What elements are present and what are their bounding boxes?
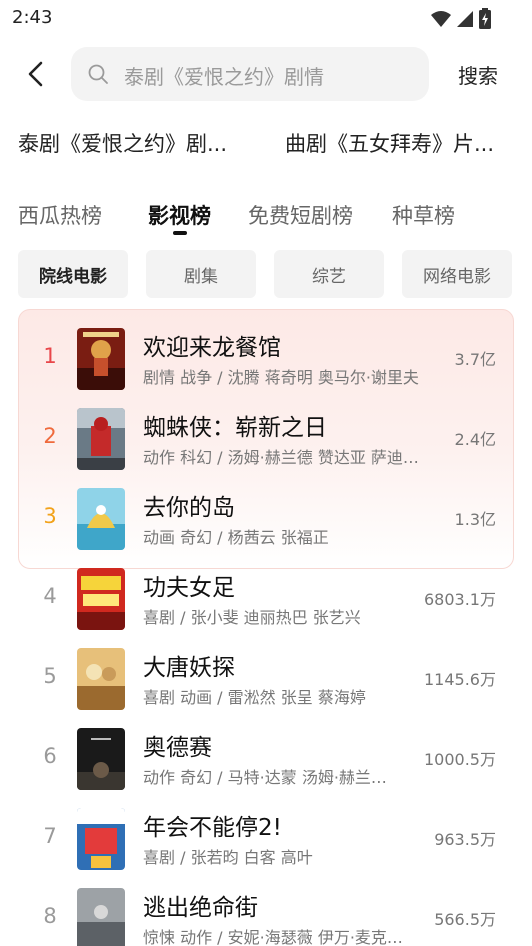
poster-image [77, 728, 125, 790]
rank-number: 8 [43, 904, 57, 928]
rank-number: 4 [43, 584, 57, 608]
search-icon [88, 64, 108, 84]
movie-title: 去你的岛 [143, 495, 235, 521]
movie-meta: 惊悚 动作 / 安妮·海瑟薇 伊万·麦克… [143, 928, 403, 946]
rank-number: 1 [43, 344, 57, 368]
battery-icon [479, 8, 491, 29]
list-item[interactable]: 7 年会不能停2! 喜剧 / 张若昀 白客 高叶 963.5万 [0, 798, 532, 878]
rank-number: 5 [43, 664, 57, 688]
movie-title: 年会不能停2! [143, 815, 282, 841]
list-item[interactable]: 3 去你的岛 动画 奇幻 / 杨茜云 张福正 1.3亿 [0, 478, 532, 558]
category-chips: 院线电影 剧集 综艺 网络电影 [0, 250, 532, 298]
poster-image [77, 488, 125, 550]
wifi-icon [431, 11, 451, 27]
rank-number: 3 [43, 504, 57, 528]
rank-number: 7 [43, 824, 57, 848]
movie-meta: 动作 奇幻 / 马特·达蒙 汤姆·赫兰… [143, 768, 387, 787]
status-icons [430, 8, 492, 30]
chip-web-film[interactable]: 网络电影 [402, 250, 512, 298]
box-office-value: 3.7亿 [454, 350, 496, 369]
movie-title: 奥德赛 [143, 735, 212, 761]
movie-title: 蜘蛛侠：崭新之日 [143, 415, 327, 441]
box-office-value: 1000.5万 [424, 750, 496, 769]
movie-meta: 喜剧 动画 / 雷淞然 张呈 蔡海婷 [143, 688, 366, 707]
box-office-value: 6803.1万 [424, 590, 496, 609]
chip-variety[interactable]: 综艺 [274, 250, 384, 298]
list-item[interactable]: 1 欢迎来龙餐馆 剧情 战争 / 沈腾 蒋奇明 奥马尔·谢里夫 3.7亿 [0, 318, 532, 398]
chip-series[interactable]: 剧集 [146, 250, 256, 298]
box-office-value: 1.3亿 [454, 510, 496, 529]
rank-number: 6 [43, 744, 57, 768]
back-arrow-icon[interactable] [22, 60, 50, 88]
suggestion-item[interactable]: 泰剧《爱恨之约》剧... [18, 128, 227, 158]
movie-meta: 动画 奇幻 / 杨茜云 张福正 [143, 528, 329, 547]
movie-meta: 剧情 战争 / 沈腾 蒋奇明 奥马尔·谢里夫 [143, 368, 419, 387]
movie-meta: 喜剧 / 张小斐 迪丽热巴 张艺兴 [143, 608, 361, 627]
list-item[interactable]: 5 大唐妖探 喜剧 动画 / 雷淞然 张呈 蔡海婷 1145.6万 [0, 638, 532, 718]
search-button[interactable]: 搜索 [458, 60, 498, 89]
movie-meta: 动作 科幻 / 汤姆·赫兰德 赞达亚 萨迪·… [143, 448, 419, 467]
tab-free-short-drama[interactable]: 免费短剧榜 [248, 200, 353, 230]
active-tab-indicator [173, 231, 187, 235]
ranking-tabs: 西瓜热榜 影视榜 免费短剧榜 种草榜 [0, 200, 532, 240]
signal-icon [457, 11, 473, 27]
search-input[interactable]: 泰剧《爱恨之约》剧情 [71, 47, 429, 101]
poster-image [77, 328, 125, 390]
poster-image [77, 568, 125, 630]
search-row: 泰剧《爱恨之约》剧情 搜索 [0, 46, 532, 102]
movie-title: 欢迎来龙餐馆 [143, 335, 281, 361]
box-office-value: 963.5万 [434, 830, 496, 849]
list-item[interactable]: 2 蜘蛛侠：崭新之日 动作 科幻 / 汤姆·赫兰德 赞达亚 萨迪·… 2.4亿 [0, 398, 532, 478]
search-suggestions: 泰剧《爱恨之约》剧... 曲剧《五女拜寿》片... [0, 128, 532, 164]
poster-image [77, 808, 125, 870]
list-item[interactable]: 8 逃出绝命街 惊悚 动作 / 安妮·海瑟薇 伊万·麦克… 566.5万 [0, 878, 532, 946]
tab-xigua-hot[interactable]: 西瓜热榜 [18, 200, 102, 230]
chip-theatrical-film[interactable]: 院线电影 [18, 250, 128, 298]
box-office-value: 566.5万 [434, 910, 496, 929]
box-office-value: 2.4亿 [454, 430, 496, 449]
movie-title: 功夫女足 [143, 575, 235, 601]
poster-image [77, 648, 125, 710]
list-item[interactable]: 4 功夫女足 喜剧 / 张小斐 迪丽热巴 张艺兴 6803.1万 [0, 558, 532, 638]
movie-title: 大唐妖探 [143, 655, 235, 681]
status-bar: 2:43 [0, 0, 532, 36]
tab-recommend[interactable]: 种草榜 [392, 200, 455, 230]
search-query: 泰剧《爱恨之约》剧情 [124, 65, 324, 89]
box-office-value: 1145.6万 [424, 670, 496, 689]
movie-title: 逃出绝命街 [143, 895, 258, 921]
tab-film-tv[interactable]: 影视榜 [148, 200, 211, 230]
list-item[interactable]: 6 奥德赛 动作 奇幻 / 马特·达蒙 汤姆·赫兰… 1000.5万 [0, 718, 532, 798]
poster-image [77, 888, 125, 946]
status-time: 2:43 [12, 7, 53, 28]
rank-number: 2 [43, 424, 57, 448]
poster-image [77, 408, 125, 470]
suggestion-item[interactable]: 曲剧《五女拜寿》片... [285, 128, 494, 158]
movie-meta: 喜剧 / 张若昀 白客 高叶 [143, 848, 313, 867]
